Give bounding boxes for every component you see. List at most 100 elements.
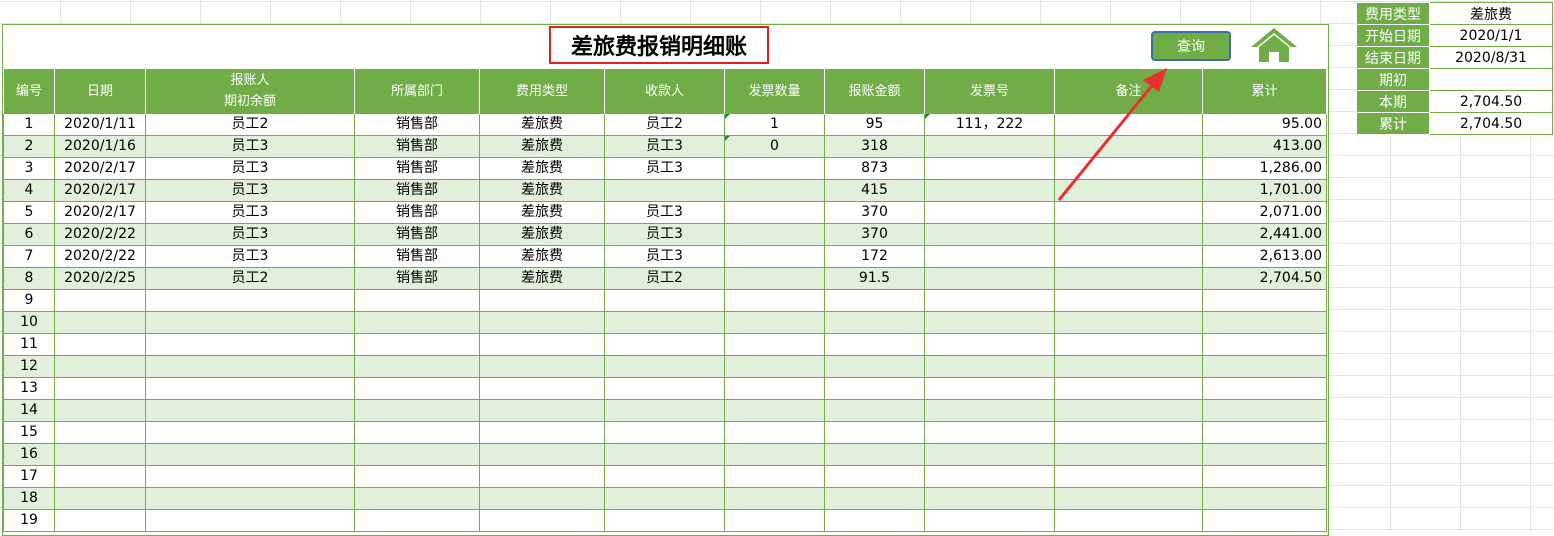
cell-person[interactable] (145, 311, 355, 334)
cell-cumulative[interactable]: 95.00 (1202, 113, 1327, 136)
cell-note[interactable] (1054, 157, 1203, 180)
cell-type[interactable]: 差旅费 (479, 179, 605, 202)
cell-invoice-no[interactable] (924, 509, 1055, 532)
cell-type[interactable] (479, 399, 605, 422)
cell-person[interactable] (145, 399, 355, 422)
cell-invoice-no[interactable] (924, 465, 1055, 488)
cell-cumulative[interactable] (1202, 311, 1327, 334)
cell-payee[interactable]: 员工2 (604, 267, 725, 290)
cell-date[interactable] (54, 421, 146, 444)
cell-amount[interactable]: 95 (824, 113, 925, 136)
cell-person[interactable]: 员工3 (145, 157, 355, 180)
cell-dept[interactable]: 销售部 (354, 157, 480, 180)
cell-note[interactable] (1054, 135, 1203, 158)
cell-invoice-count[interactable] (724, 157, 825, 180)
cell-date[interactable] (54, 333, 146, 356)
cell-no[interactable]: 11 (3, 333, 55, 356)
cell-type[interactable]: 差旅费 (479, 245, 605, 268)
cell-date[interactable] (54, 509, 146, 532)
cell-amount[interactable]: 370 (824, 223, 925, 246)
cell-note[interactable] (1054, 443, 1203, 466)
summary-value[interactable]: 2020/8/31 (1429, 46, 1553, 69)
cell-payee[interactable]: 员工3 (604, 157, 725, 180)
cell-note[interactable] (1054, 333, 1203, 356)
cell-note[interactable] (1054, 509, 1203, 532)
cell-type[interactable]: 差旅费 (479, 113, 605, 136)
cell-payee[interactable] (604, 355, 725, 378)
cell-no[interactable]: 12 (3, 355, 55, 378)
summary-value[interactable] (1429, 68, 1553, 91)
cell-no[interactable]: 5 (3, 201, 55, 224)
cell-dept[interactable] (354, 289, 480, 312)
cell-invoice-count[interactable] (724, 465, 825, 488)
cell-type[interactable]: 差旅费 (479, 135, 605, 158)
cell-no[interactable]: 13 (3, 377, 55, 400)
cell-no[interactable]: 10 (3, 311, 55, 334)
header-date[interactable]: 日期 (54, 69, 146, 114)
cell-date[interactable] (54, 487, 146, 510)
cell-cumulative[interactable] (1202, 333, 1327, 356)
cell-amount[interactable] (824, 487, 925, 510)
header-no[interactable]: 编号 (3, 69, 55, 114)
cell-person[interactable]: 员工3 (145, 245, 355, 268)
cell-date[interactable]: 2020/2/22 (54, 245, 146, 268)
cell-cumulative[interactable] (1202, 487, 1327, 510)
cell-payee[interactable] (604, 465, 725, 488)
cell-note[interactable] (1054, 355, 1203, 378)
cell-date[interactable]: 2020/2/22 (54, 223, 146, 246)
cell-amount[interactable] (824, 311, 925, 334)
cell-dept[interactable]: 销售部 (354, 223, 480, 246)
cell-cumulative[interactable] (1202, 355, 1327, 378)
cell-type[interactable] (479, 487, 605, 510)
cell-amount[interactable] (824, 421, 925, 444)
cell-dept[interactable]: 销售部 (354, 113, 480, 136)
cell-date[interactable]: 2020/2/17 (54, 179, 146, 202)
cell-no[interactable]: 4 (3, 179, 55, 202)
cell-invoice-count[interactable] (724, 443, 825, 466)
cell-person[interactable] (145, 421, 355, 444)
cell-note[interactable] (1054, 113, 1203, 136)
cell-cumulative[interactable] (1202, 465, 1327, 488)
cell-cumulative[interactable] (1202, 399, 1327, 422)
cell-cumulative[interactable] (1202, 509, 1327, 532)
cell-amount[interactable] (824, 289, 925, 312)
cell-person[interactable] (145, 355, 355, 378)
cell-dept[interactable] (354, 509, 480, 532)
cell-cumulative[interactable]: 2,704.50 (1202, 267, 1327, 290)
cell-cumulative[interactable]: 413.00 (1202, 135, 1327, 158)
cell-no[interactable]: 17 (3, 465, 55, 488)
cell-amount[interactable] (824, 509, 925, 532)
cell-date[interactable]: 2020/1/16 (54, 135, 146, 158)
cell-person[interactable] (145, 377, 355, 400)
cell-date[interactable] (54, 443, 146, 466)
cell-type[interactable] (479, 465, 605, 488)
cell-type[interactable] (479, 421, 605, 444)
cell-invoice-no[interactable] (924, 267, 1055, 290)
cell-invoice-no[interactable] (924, 289, 1055, 312)
cell-payee[interactable] (604, 399, 725, 422)
cell-type[interactable] (479, 377, 605, 400)
cell-invoice-no[interactable] (924, 443, 1055, 466)
cell-type[interactable]: 差旅费 (479, 267, 605, 290)
cell-dept[interactable] (354, 333, 480, 356)
cell-amount[interactable] (824, 333, 925, 356)
cell-no[interactable]: 16 (3, 443, 55, 466)
cell-person[interactable] (145, 487, 355, 510)
header-invoice-count[interactable]: 发票数量 (724, 69, 825, 114)
cell-invoice-count[interactable]: 1 (724, 113, 825, 136)
cell-invoice-count[interactable] (724, 487, 825, 510)
cell-invoice-no[interactable] (924, 333, 1055, 356)
cell-payee[interactable]: 员工3 (604, 245, 725, 268)
cell-cumulative[interactable]: 2,071.00 (1202, 201, 1327, 224)
cell-invoice-no[interactable] (924, 399, 1055, 422)
cell-type[interactable] (479, 509, 605, 532)
cell-invoice-count[interactable] (724, 267, 825, 290)
cell-note[interactable] (1054, 377, 1203, 400)
cell-no[interactable]: 3 (3, 157, 55, 180)
cell-payee[interactable] (604, 179, 725, 202)
home-icon[interactable] (1248, 25, 1300, 65)
cell-amount[interactable] (824, 377, 925, 400)
cell-dept[interactable]: 销售部 (354, 245, 480, 268)
cell-payee[interactable]: 员工2 (604, 113, 725, 136)
cell-note[interactable] (1054, 421, 1203, 444)
